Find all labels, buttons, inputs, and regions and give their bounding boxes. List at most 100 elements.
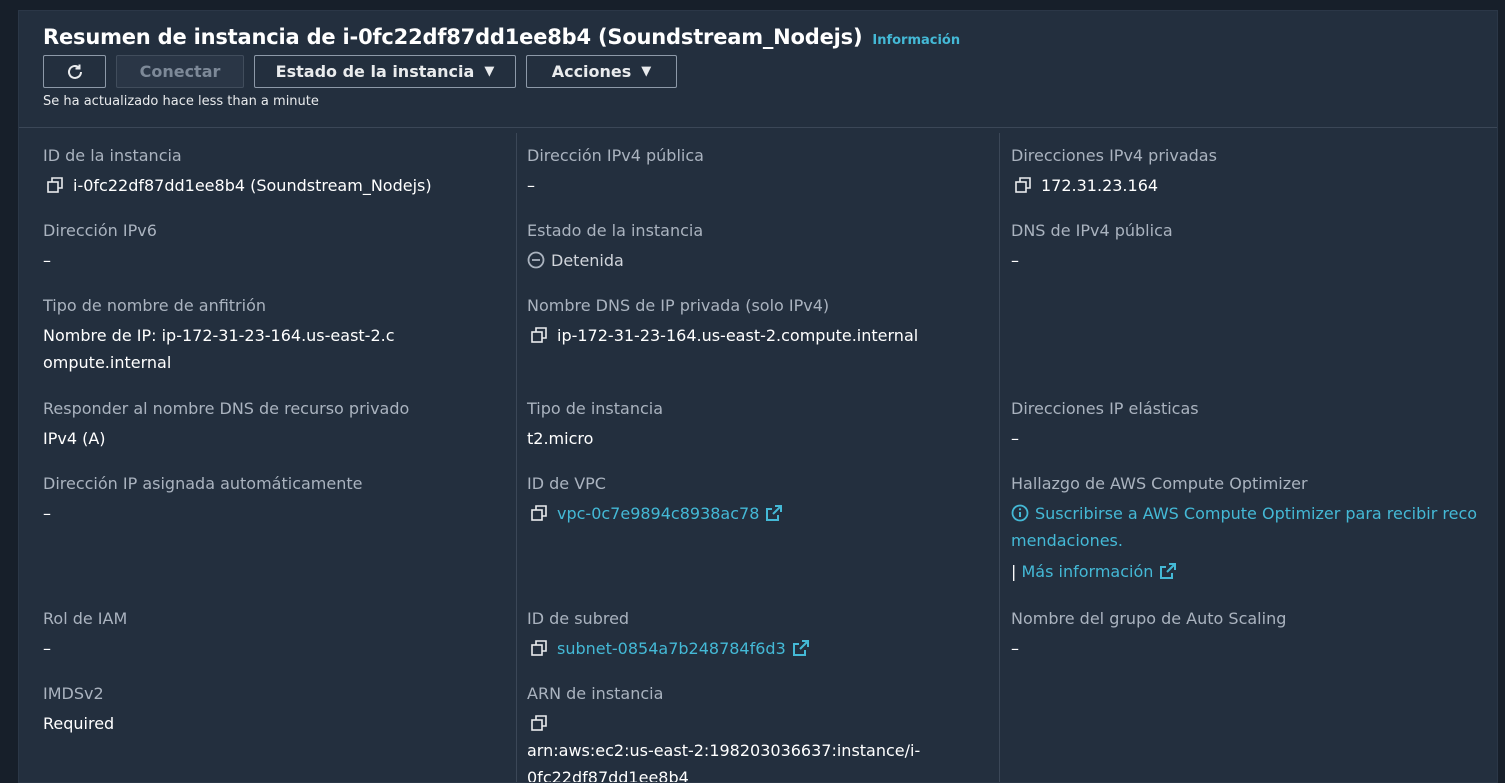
page-frame: Resumen de instancia de i-0fc22df87dd1ee… [0, 0, 1505, 783]
copy-icon[interactable] [531, 327, 547, 343]
hostname-type-label: Tipo de nombre de anfitrión [43, 296, 267, 315]
private-dns-field: Nombre DNS de IP privada (solo IPv4) ip-… [527, 295, 997, 349]
compute-optimizer-label: Hallazgo de AWS Compute Optimizer [1011, 474, 1308, 493]
answer-dns-field: Responder al nombre DNS de recurso priva… [43, 398, 513, 452]
copy-icon[interactable] [47, 177, 63, 193]
asg-label: Nombre del grupo de Auto Scaling [1011, 609, 1287, 628]
iam-role-label: Rol de IAM [43, 609, 128, 628]
instance-type-value: t2.micro [527, 429, 594, 448]
more-info-row: | Más información [1011, 558, 1481, 585]
arn-copy-row [527, 710, 927, 737]
public-dns-field: DNS de IPv4 pública – [1011, 220, 1481, 274]
more-info-link[interactable]: Más información [1021, 562, 1153, 581]
public-dns-label: DNS de IPv4 pública [1011, 221, 1173, 240]
details-column-1: ID de la instancia i-0fc22df87dd1ee8b4 (… [43, 133, 513, 782]
refresh-icon [67, 64, 82, 79]
external-link-icon[interactable] [1159, 562, 1177, 580]
answer-dns-label: Responder al nombre DNS de recurso priva… [43, 399, 410, 418]
asg-field: Nombre del grupo de Auto Scaling – [1011, 608, 1481, 662]
private-ipv4-value: 172.31.23.164 [1041, 176, 1159, 195]
elastic-ip-label: Direcciones IP elásticas [1011, 399, 1199, 418]
instance-state-field: Estado de la instancia Detenida [527, 220, 997, 274]
auto-ip-field: Dirección IP asignada automáticamente – [43, 473, 513, 527]
page-title: Resumen de instancia de i-0fc22df87dd1ee… [43, 25, 863, 49]
vpc-id-field: ID de VPC vpc-0c7e9894c8938ac78 [527, 473, 997, 527]
public-ipv4-value: – [527, 176, 535, 195]
actions-dropdown[interactable]: Acciones ▼ [526, 55, 677, 88]
instance-state-dropdown-label: Estado de la instancia [275, 62, 475, 81]
vpc-id-value-row: vpc-0c7e9894c8938ac78 [527, 500, 997, 527]
arn-label: ARN de instancia [527, 684, 664, 703]
ipv6-value: – [43, 251, 51, 270]
auto-ip-value: – [43, 504, 51, 523]
last-updated-text: Se ha actualizado hace less than a minut… [43, 94, 319, 109]
public-ipv4-field: Dirección IPv4 pública – [527, 145, 997, 199]
ipv6-label: Dirección IPv6 [43, 221, 157, 240]
title-row: Resumen de instancia de i-0fc22df87dd1ee… [43, 25, 960, 49]
public-ipv4-label: Dirección IPv4 pública [527, 146, 704, 165]
copy-icon[interactable] [531, 640, 547, 656]
instance-id-value-row: i-0fc22df87dd1ee8b4 (Soundstream_Nodejs) [43, 172, 513, 199]
instance-state-value: Detenida [551, 251, 624, 270]
private-dns-value: ip-172-31-23-164.us-east-2.compute.inter… [557, 326, 919, 345]
column-divider [516, 133, 517, 782]
public-dns-value: – [1011, 251, 1019, 270]
copy-icon[interactable] [1015, 177, 1031, 193]
instance-state-label: Estado de la instancia [527, 221, 704, 240]
info-icon [1011, 504, 1029, 522]
hostname-type-field: Tipo de nombre de anfitrión Nombre de IP… [43, 295, 403, 376]
private-ipv4-field: Direcciones IPv4 privadas 172.31.23.164 [1011, 145, 1481, 199]
imds-field: IMDSv2 Required [43, 683, 513, 737]
caret-down-icon: ▼ [484, 64, 495, 79]
ipv6-field: Dirección IPv6 – [43, 220, 513, 274]
private-ipv4-label: Direcciones IPv4 privadas [1011, 146, 1217, 165]
details-column-3: Direcciones IPv4 privadas 172.31.23.164 … [1011, 133, 1481, 782]
subnet-id-field: ID de subred subnet-0854a7b248784f6d3 [527, 608, 997, 662]
refresh-button[interactable] [43, 55, 106, 88]
more-info-separator: | [1011, 562, 1017, 581]
auto-ip-label: Dirección IP asignada automáticamente [43, 474, 363, 493]
iam-role-value: – [43, 639, 51, 658]
actions-dropdown-label: Acciones [551, 62, 632, 81]
compute-optimizer-field: Hallazgo de AWS Compute Optimizer Suscri… [1011, 473, 1481, 585]
asg-value: – [1011, 639, 1019, 658]
panel-header: Resumen de instancia de i-0fc22df87dd1ee… [19, 11, 1497, 128]
connect-button[interactable]: Conectar [116, 55, 244, 88]
instance-state-value-row: Detenida [527, 247, 997, 274]
instance-id-field: ID de la instancia i-0fc22df87dd1ee8b4 (… [43, 145, 513, 199]
subnet-id-label: ID de subred [527, 609, 630, 628]
instance-id-value: i-0fc22df87dd1ee8b4 (Soundstream_Nodejs) [73, 176, 432, 195]
arn-value: arn:aws:ec2:us-east-2:198203036637:insta… [527, 741, 921, 783]
compute-optimizer-row: Suscribirse a AWS Compute Optimizer para… [1011, 500, 1481, 554]
column-divider [999, 133, 1000, 782]
instance-type-field: Tipo de instancia t2.micro [527, 398, 997, 452]
elastic-ip-value: – [1011, 429, 1019, 448]
imds-value: Required [43, 714, 115, 733]
private-dns-label: Nombre DNS de IP privada (solo IPv4) [527, 296, 830, 315]
external-link-icon[interactable] [765, 504, 783, 522]
subnet-id-link[interactable]: subnet-0854a7b248784f6d3 [557, 639, 786, 658]
hostname-type-value: Nombre de IP: ip-172-31-23-164.us-east-2… [43, 326, 395, 372]
subnet-id-value-row: subnet-0854a7b248784f6d3 [527, 635, 997, 662]
copy-icon[interactable] [531, 505, 547, 521]
instance-type-label: Tipo de instancia [527, 399, 664, 418]
caret-down-icon: ▼ [641, 64, 652, 79]
instance-state-dropdown[interactable]: Estado de la instancia ▼ [254, 55, 516, 88]
instance-id-label: ID de la instancia [43, 146, 182, 165]
iam-role-field: Rol de IAM – [43, 608, 513, 662]
instance-summary-panel: Resumen de instancia de i-0fc22df87dd1ee… [18, 10, 1498, 783]
imds-label: IMDSv2 [43, 684, 104, 703]
private-ipv4-value-row: 172.31.23.164 [1011, 172, 1481, 199]
external-link-icon[interactable] [792, 639, 810, 657]
private-dns-value-row: ip-172-31-23-164.us-east-2.compute.inter… [527, 322, 997, 349]
toolbar: Conectar Estado de la instancia ▼ Accion… [43, 55, 677, 88]
details-column-2: Dirección IPv4 pública – Estado de la in… [527, 133, 997, 782]
elastic-ip-field: Direcciones IP elásticas – [1011, 398, 1481, 452]
vpc-id-link[interactable]: vpc-0c7e9894c8938ac78 [557, 504, 759, 523]
answer-dns-value: IPv4 (A) [43, 429, 106, 448]
info-link[interactable]: Información [872, 33, 960, 48]
compute-optimizer-link[interactable]: Suscribirse a AWS Compute Optimizer para… [1011, 504, 1477, 550]
copy-icon[interactable] [531, 715, 547, 731]
arn-field: ARN de instancia arn:aws:ec2:us-east-2:1… [527, 683, 927, 783]
stopped-status-icon [527, 251, 545, 269]
